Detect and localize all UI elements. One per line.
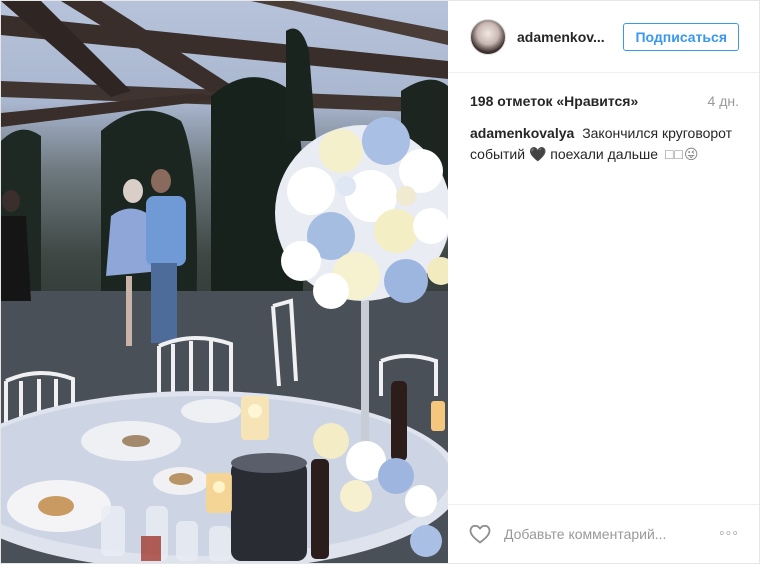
post-header: adamenkov... Подписаться <box>448 1 759 73</box>
more-options-icon[interactable]: ◦◦◦ <box>719 525 739 543</box>
wedding-scene-illustration <box>1 1 448 563</box>
instagram-post: adamenkov... Подписаться 198 отметок «Нр… <box>0 0 760 564</box>
post-photo[interactable] <box>1 1 448 563</box>
comment-bar: ◦◦◦ <box>448 504 759 563</box>
post-meta: 198 отметок «Нравится» 4 дн. <box>448 73 759 109</box>
username-link[interactable]: adamenkov... <box>517 29 623 45</box>
caption-emoji: □□😜 <box>664 146 700 162</box>
caption-username[interactable]: adamenkovalya <box>470 125 574 141</box>
heart-icon[interactable] <box>468 522 492 546</box>
likes-count[interactable]: 198 отметок «Нравится» <box>470 93 638 109</box>
post-side-panel: adamenkov... Подписаться 198 отметок «Нр… <box>448 1 759 563</box>
post-time[interactable]: 4 дн. <box>708 93 739 109</box>
post-caption: adamenkovalya Закончился круговорот собы… <box>448 109 759 165</box>
follow-button[interactable]: Подписаться <box>623 22 739 51</box>
avatar[interactable] <box>470 18 506 55</box>
comment-input[interactable] <box>502 525 719 543</box>
